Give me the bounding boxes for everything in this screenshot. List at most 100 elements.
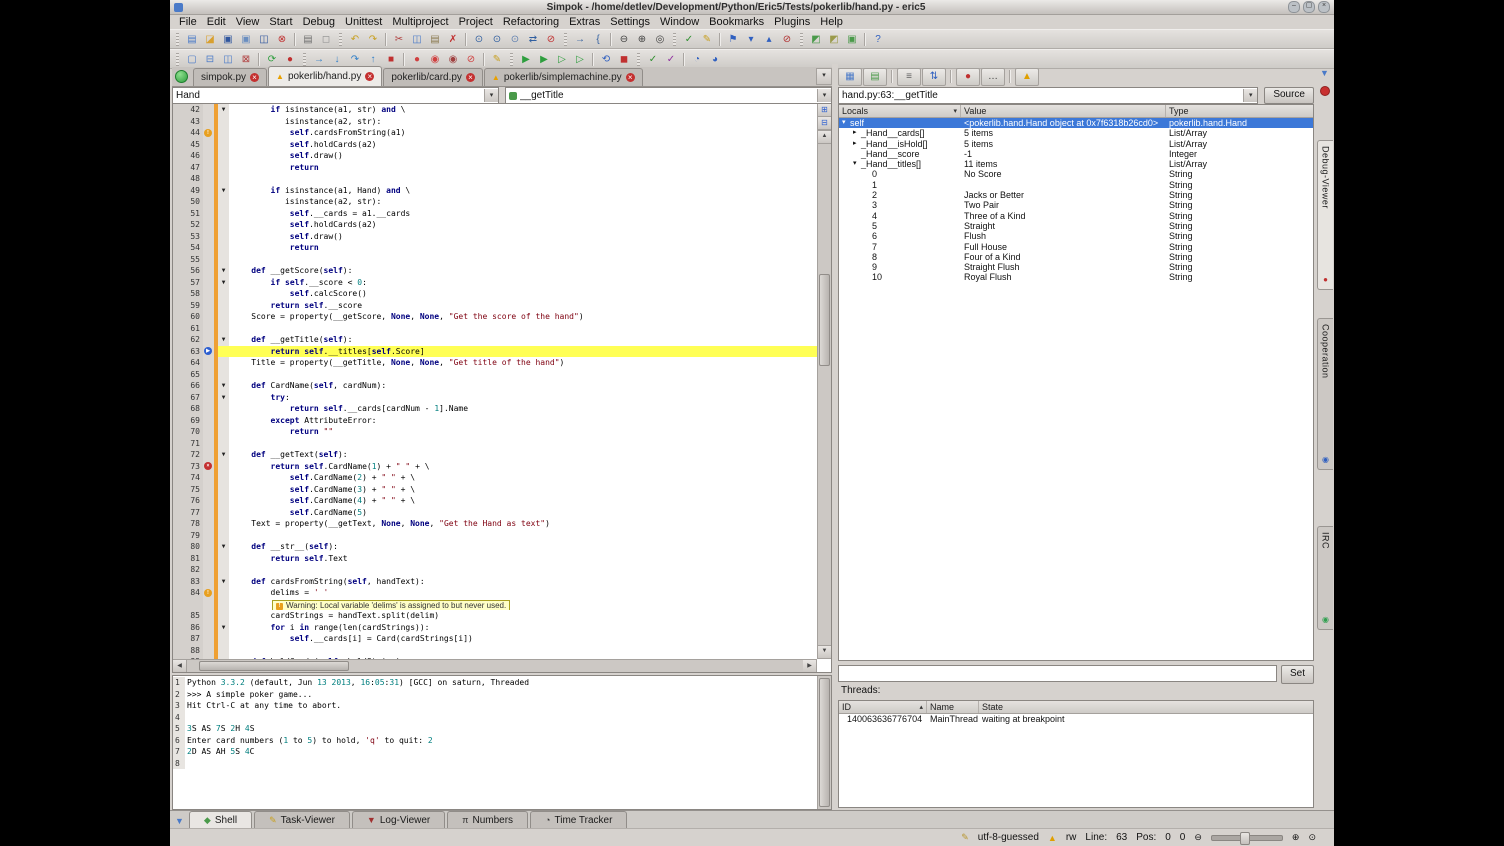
open-icon[interactable]: ◪ xyxy=(201,32,219,47)
code-text[interactable]: return self.CardName(1) + " " + \ xyxy=(229,461,817,473)
line-number[interactable]: 88 xyxy=(173,645,203,657)
help-icon[interactable]: ? xyxy=(869,32,887,47)
fold-margin[interactable]: ▼ xyxy=(218,265,229,277)
threads-column-name[interactable]: Name xyxy=(927,701,979,713)
marker-margin[interactable] xyxy=(203,633,214,645)
code-text[interactable]: return xyxy=(229,162,817,174)
code-text[interactable]: if self.__score < 0: xyxy=(229,277,817,289)
code-text[interactable]: def __getText(self): xyxy=(229,449,817,461)
dropdown-arrow-icon[interactable]: ▾ xyxy=(817,89,831,102)
marker-margin[interactable] xyxy=(203,357,214,369)
goto-brace-icon[interactable]: { xyxy=(589,32,607,47)
menu-unittest[interactable]: Unittest xyxy=(340,15,387,29)
expander-icon[interactable]: ▾ xyxy=(842,118,850,128)
locals-row[interactable]: 8Four of a KindString xyxy=(839,252,1313,262)
minimize-button[interactable]: – xyxy=(1288,1,1300,13)
line-number[interactable]: 86 xyxy=(173,622,203,634)
line-number[interactable]: 62 xyxy=(173,334,203,346)
scrollbar-track[interactable] xyxy=(818,144,831,645)
fold-margin[interactable]: ▼ xyxy=(218,277,229,289)
line-number[interactable]: 64 xyxy=(173,357,203,369)
line-number[interactable]: 69 xyxy=(173,415,203,427)
code-text[interactable]: return "" xyxy=(229,426,817,438)
line-number[interactable]: 61 xyxy=(173,323,203,335)
bookmark-clear-icon[interactable]: ⊘ xyxy=(778,32,796,47)
marker-margin[interactable] xyxy=(203,472,214,484)
code-text[interactable]: return self.__score xyxy=(229,300,817,312)
marker-margin[interactable] xyxy=(203,173,214,185)
zoom-reset-icon[interactable]: ⊙ xyxy=(1308,832,1316,843)
code-text[interactable]: self.CardName(2) + " " + \ xyxy=(229,472,817,484)
menu-settings[interactable]: Settings xyxy=(605,15,655,29)
fold-marker-icon[interactable]: ▼ xyxy=(218,392,229,404)
line-number[interactable]: 78 xyxy=(173,518,203,530)
call-trace-icon[interactable]: ⇅ xyxy=(922,68,946,86)
code-text[interactable]: self.CardName(5) xyxy=(229,507,817,519)
code-text[interactable]: def cardsFromString(self, handText): xyxy=(229,576,817,588)
locals-row[interactable]: 5StraightString xyxy=(839,221,1313,231)
line-number[interactable]: 55 xyxy=(173,254,203,266)
fold-margin[interactable]: ▼ xyxy=(218,576,229,588)
marker-margin[interactable] xyxy=(203,254,214,266)
save-as-icon[interactable]: ▣ xyxy=(237,32,255,47)
highlight-icon[interactable]: ✎ xyxy=(698,32,716,47)
code-text[interactable]: except AttributeError: xyxy=(229,415,817,427)
close-tab-icon[interactable]: × xyxy=(626,73,635,82)
close-button[interactable]: × xyxy=(1318,1,1330,13)
filter-icon[interactable]: ▼ xyxy=(1320,68,1329,78)
toolbar-handle[interactable] xyxy=(673,33,676,46)
line-number[interactable]: 54 xyxy=(173,242,203,254)
remove-split-button[interactable]: ⊟ xyxy=(818,117,831,130)
shell-text[interactable]: Python 3.3.2 (default, Jun 13 2013, 16:0… xyxy=(185,677,818,689)
sync-with-editor-icon[interactable]: ▤ xyxy=(863,68,887,86)
shell-text[interactable]: 3S AS 7S 2H 4S xyxy=(185,723,818,735)
marker-margin[interactable] xyxy=(203,311,214,323)
code-text[interactable]: for i in range(len(cardStrings)): xyxy=(229,622,817,634)
scroll-right-icon[interactable]: ▶ xyxy=(803,660,817,672)
fold-marker-icon[interactable]: ▼ xyxy=(218,541,229,553)
locals-row[interactable]: 6FlushString xyxy=(839,231,1313,241)
bookmark-prev-icon[interactable]: ▴ xyxy=(760,32,778,47)
marker-margin[interactable] xyxy=(203,231,214,243)
line-number[interactable]: 77 xyxy=(173,507,203,519)
fold-margin[interactable]: ▼ xyxy=(218,185,229,197)
marker-margin[interactable] xyxy=(203,334,214,346)
line-number[interactable]: 42 xyxy=(173,104,203,116)
code-text[interactable]: self.holdCards(a2) xyxy=(229,139,817,151)
fold-marker-icon[interactable]: ▼ xyxy=(218,185,229,197)
search-prev-icon[interactable]: ⊙ xyxy=(506,32,524,47)
line-number[interactable]: 47 xyxy=(173,162,203,174)
menu-bookmarks[interactable]: Bookmarks xyxy=(704,15,769,29)
toolbar-handle[interactable] xyxy=(176,33,179,46)
clear-search-icon[interactable]: ⊘ xyxy=(542,32,560,47)
class-combo[interactable]: Hand ▾ xyxy=(172,87,499,104)
locals-row[interactable]: 3Two PairString xyxy=(839,200,1313,210)
editor-tab-pokerlib-card-py[interactable]: pokerlib/card.py× xyxy=(383,68,483,86)
fold-margin[interactable]: ▼ xyxy=(218,104,229,116)
code-text[interactable]: if isinstance(a1, str) and \ xyxy=(229,104,817,116)
menu-multiproject[interactable]: Multiproject xyxy=(387,15,453,29)
line-number[interactable]: 80 xyxy=(173,541,203,553)
line-number[interactable]: 74 xyxy=(173,472,203,484)
line-number[interactable]: 48 xyxy=(173,173,203,185)
print-preview-icon[interactable]: ◻ xyxy=(317,32,335,47)
line-number[interactable]: 63 xyxy=(173,346,203,358)
marker-margin[interactable] xyxy=(203,242,214,254)
marker-margin[interactable] xyxy=(203,426,214,438)
fold-margin[interactable]: ▼ xyxy=(218,449,229,461)
call-stack-icon[interactable]: ≡ xyxy=(897,68,921,86)
fold-marker-icon[interactable]: ▼ xyxy=(218,380,229,392)
shell-text[interactable]: >>> A simple poker game... xyxy=(185,689,818,701)
scrollbar-track[interactable] xyxy=(187,660,803,672)
code-text[interactable] xyxy=(229,645,817,657)
fold-marker-icon[interactable]: ▼ xyxy=(218,334,229,346)
new-icon[interactable]: ▤ xyxy=(183,32,201,47)
menu-extras[interactable]: Extras xyxy=(564,15,605,29)
line-number[interactable]: 52 xyxy=(173,219,203,231)
exception-warning-icon[interactable]: ▲ xyxy=(1015,68,1039,86)
line-number[interactable]: 84 xyxy=(173,587,203,599)
code-text[interactable]: isinstance(a2, str): xyxy=(229,116,817,128)
locals-row[interactable]: 7Full HouseString xyxy=(839,242,1313,252)
scroll-up-icon[interactable]: ▲ xyxy=(818,130,831,144)
redo-icon[interactable]: ↷ xyxy=(364,32,382,47)
